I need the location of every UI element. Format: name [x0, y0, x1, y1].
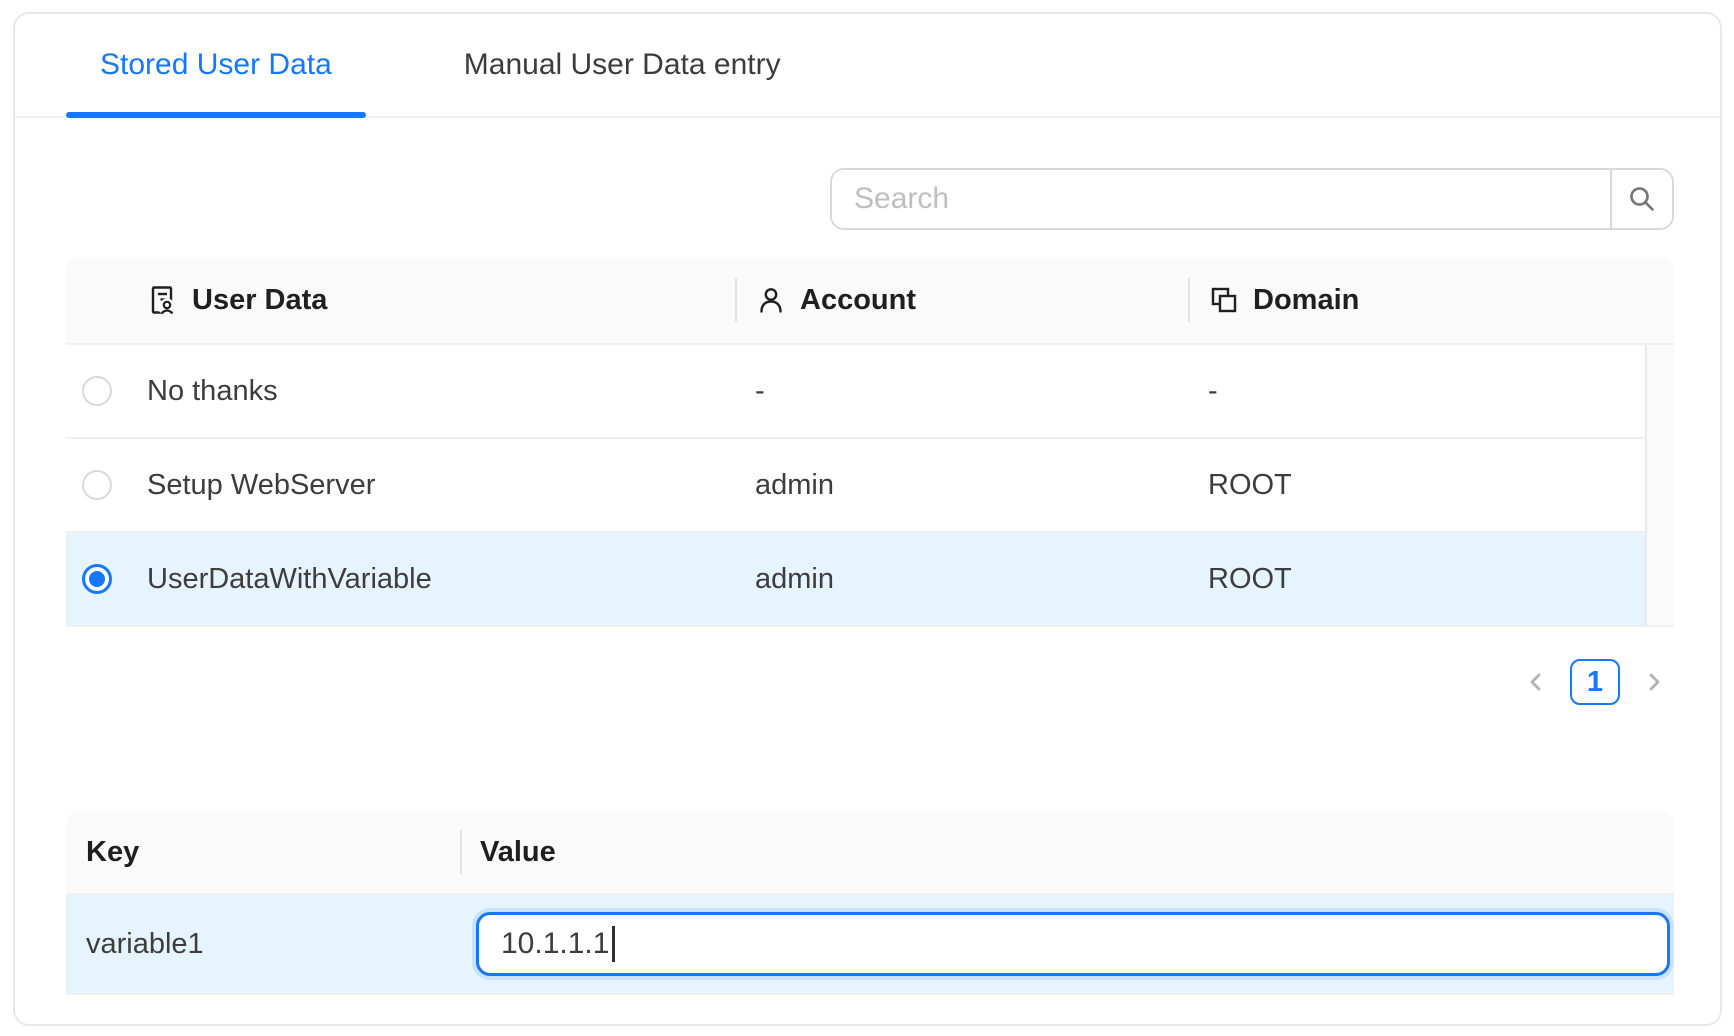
radio-button[interactable] — [82, 470, 112, 500]
account-cell: - — [735, 375, 1188, 408]
kv-table-header: Key Value — [66, 811, 1674, 895]
search-button[interactable] — [1610, 170, 1672, 228]
tab-stored-user-data[interactable]: Stored User Data — [66, 14, 366, 116]
user-data-cell: Setup WebServer — [127, 469, 735, 502]
account-cell: admin — [735, 563, 1188, 596]
header-user-data: User Data — [127, 257, 735, 343]
domain-cell: - — [1188, 375, 1645, 408]
tab-label: Manual User Data entry — [464, 48, 781, 82]
user-data-table: User Data Account — [66, 257, 1674, 627]
table-body: No thanks - - Setup WebServer admin ROOT — [66, 345, 1674, 627]
radio-button[interactable] — [82, 376, 112, 406]
value-input[interactable]: 10.1.1.1 — [476, 912, 1670, 976]
row-selection-cell — [66, 470, 127, 500]
kv-table-row: variable1 10.1.1.1 — [66, 895, 1674, 995]
header-account: Account — [735, 257, 1188, 343]
domain-cell: ROOT — [1188, 563, 1645, 596]
column-separator — [735, 278, 737, 322]
page-number-button[interactable]: 1 — [1570, 659, 1620, 705]
column-separator — [460, 830, 462, 874]
block-icon — [1208, 284, 1240, 316]
user-data-cell: UserDataWithVariable — [127, 563, 735, 596]
stored-user-data-panel: Stored User Data Manual User Data entry — [13, 12, 1722, 1026]
chevron-left-icon[interactable] — [1516, 659, 1556, 705]
radio-button-checked[interactable] — [82, 564, 112, 594]
tab-panel-content: User Data Account — [15, 168, 1720, 995]
header-key: Key — [66, 811, 460, 893]
column-title: Account — [800, 284, 916, 317]
header-scrollbar-spacer — [1645, 257, 1674, 343]
header-selection-column — [66, 257, 127, 343]
table-row[interactable]: Setup WebServer admin ROOT — [66, 439, 1645, 533]
domain-cell: ROOT — [1188, 469, 1645, 502]
user-icon — [755, 284, 787, 316]
row-selection-cell — [66, 564, 127, 594]
user-data-cell: No thanks — [127, 375, 735, 408]
column-title: User Data — [192, 284, 327, 317]
tab-bar: Stored User Data Manual User Data entry — [15, 14, 1720, 118]
search-box — [830, 168, 1674, 230]
value-cell: 10.1.1.1 — [460, 895, 1674, 993]
table-row-selected[interactable]: UserDataWithVariable admin ROOT — [66, 533, 1645, 627]
header-domain: Domain — [1188, 257, 1645, 343]
pagination: 1 — [66, 657, 1674, 707]
search-row — [66, 168, 1674, 230]
search-icon — [1626, 183, 1658, 215]
table-header: User Data Account — [66, 257, 1674, 345]
tab-manual-user-data-entry[interactable]: Manual User Data entry — [430, 14, 815, 116]
tab-label: Stored User Data — [100, 48, 332, 82]
column-title: Value — [480, 836, 556, 869]
text-cursor — [612, 926, 615, 962]
column-title: Domain — [1253, 284, 1359, 317]
column-separator — [1188, 278, 1190, 322]
key-cell: variable1 — [66, 895, 460, 993]
active-tab-ink-bar — [66, 112, 366, 118]
solution-icon — [147, 284, 179, 316]
key-value-table: Key Value variable1 10.1.1.1 — [66, 811, 1674, 995]
account-cell: admin — [735, 469, 1188, 502]
table-scrollbar-track[interactable] — [1645, 345, 1674, 627]
header-value: Value — [460, 811, 1674, 893]
value-input-text: 10.1.1.1 — [501, 927, 609, 961]
table-row[interactable]: No thanks - - — [66, 345, 1645, 439]
chevron-right-icon[interactable] — [1634, 659, 1674, 705]
search-input[interactable] — [832, 170, 1610, 228]
row-selection-cell — [66, 376, 127, 406]
